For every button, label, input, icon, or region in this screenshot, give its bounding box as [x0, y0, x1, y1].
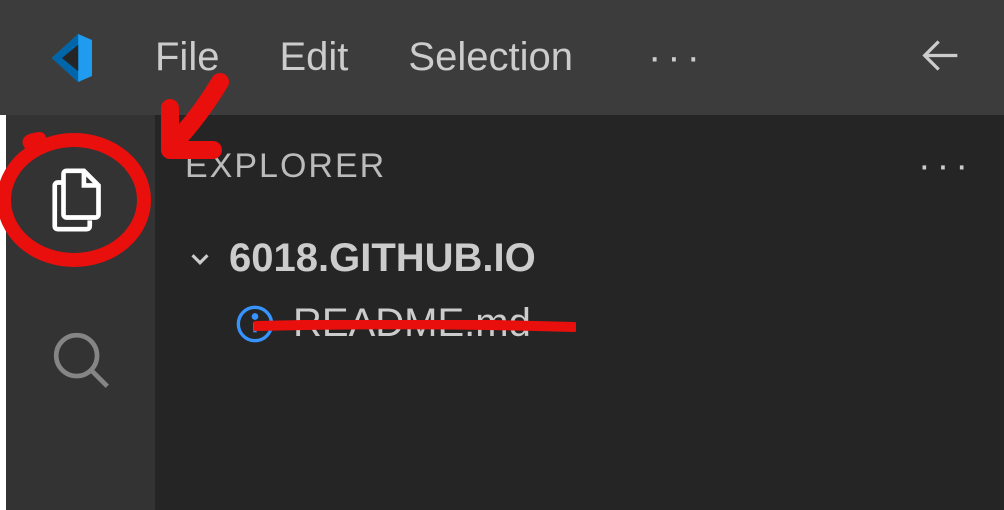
explorer-panel: EXPLORER ··· 6018.GITHUB.IO README.md	[155, 115, 1004, 510]
explorer-header: EXPLORER ···	[185, 145, 974, 188]
explorer-title: EXPLORER	[185, 147, 386, 186]
chevron-down-icon	[185, 244, 215, 274]
vscode-logo-icon	[35, 28, 95, 88]
explorer-more-icon[interactable]: ···	[918, 145, 974, 188]
file-row[interactable]: README.md	[185, 301, 974, 346]
back-arrow-icon[interactable]	[913, 27, 969, 88]
menu-bar: File Edit Selection ···	[155, 35, 706, 80]
activity-bar	[0, 115, 155, 510]
folder-name: 6018.GITHUB.IO	[229, 236, 536, 281]
menu-file[interactable]: File	[155, 35, 219, 80]
title-bar: File Edit Selection ···	[0, 0, 1004, 115]
menu-edit[interactable]: Edit	[279, 35, 348, 80]
menu-more-icon[interactable]: ···	[648, 35, 706, 80]
menu-selection[interactable]: Selection	[408, 35, 573, 80]
info-icon	[235, 304, 275, 344]
main-area: EXPLORER ··· 6018.GITHUB.IO README.md	[0, 115, 1004, 510]
folder-row[interactable]: 6018.GITHUB.IO	[185, 236, 974, 281]
search-activity-icon[interactable]	[46, 325, 116, 395]
explorer-activity-icon[interactable]	[46, 165, 116, 235]
file-name: README.md	[293, 301, 531, 346]
